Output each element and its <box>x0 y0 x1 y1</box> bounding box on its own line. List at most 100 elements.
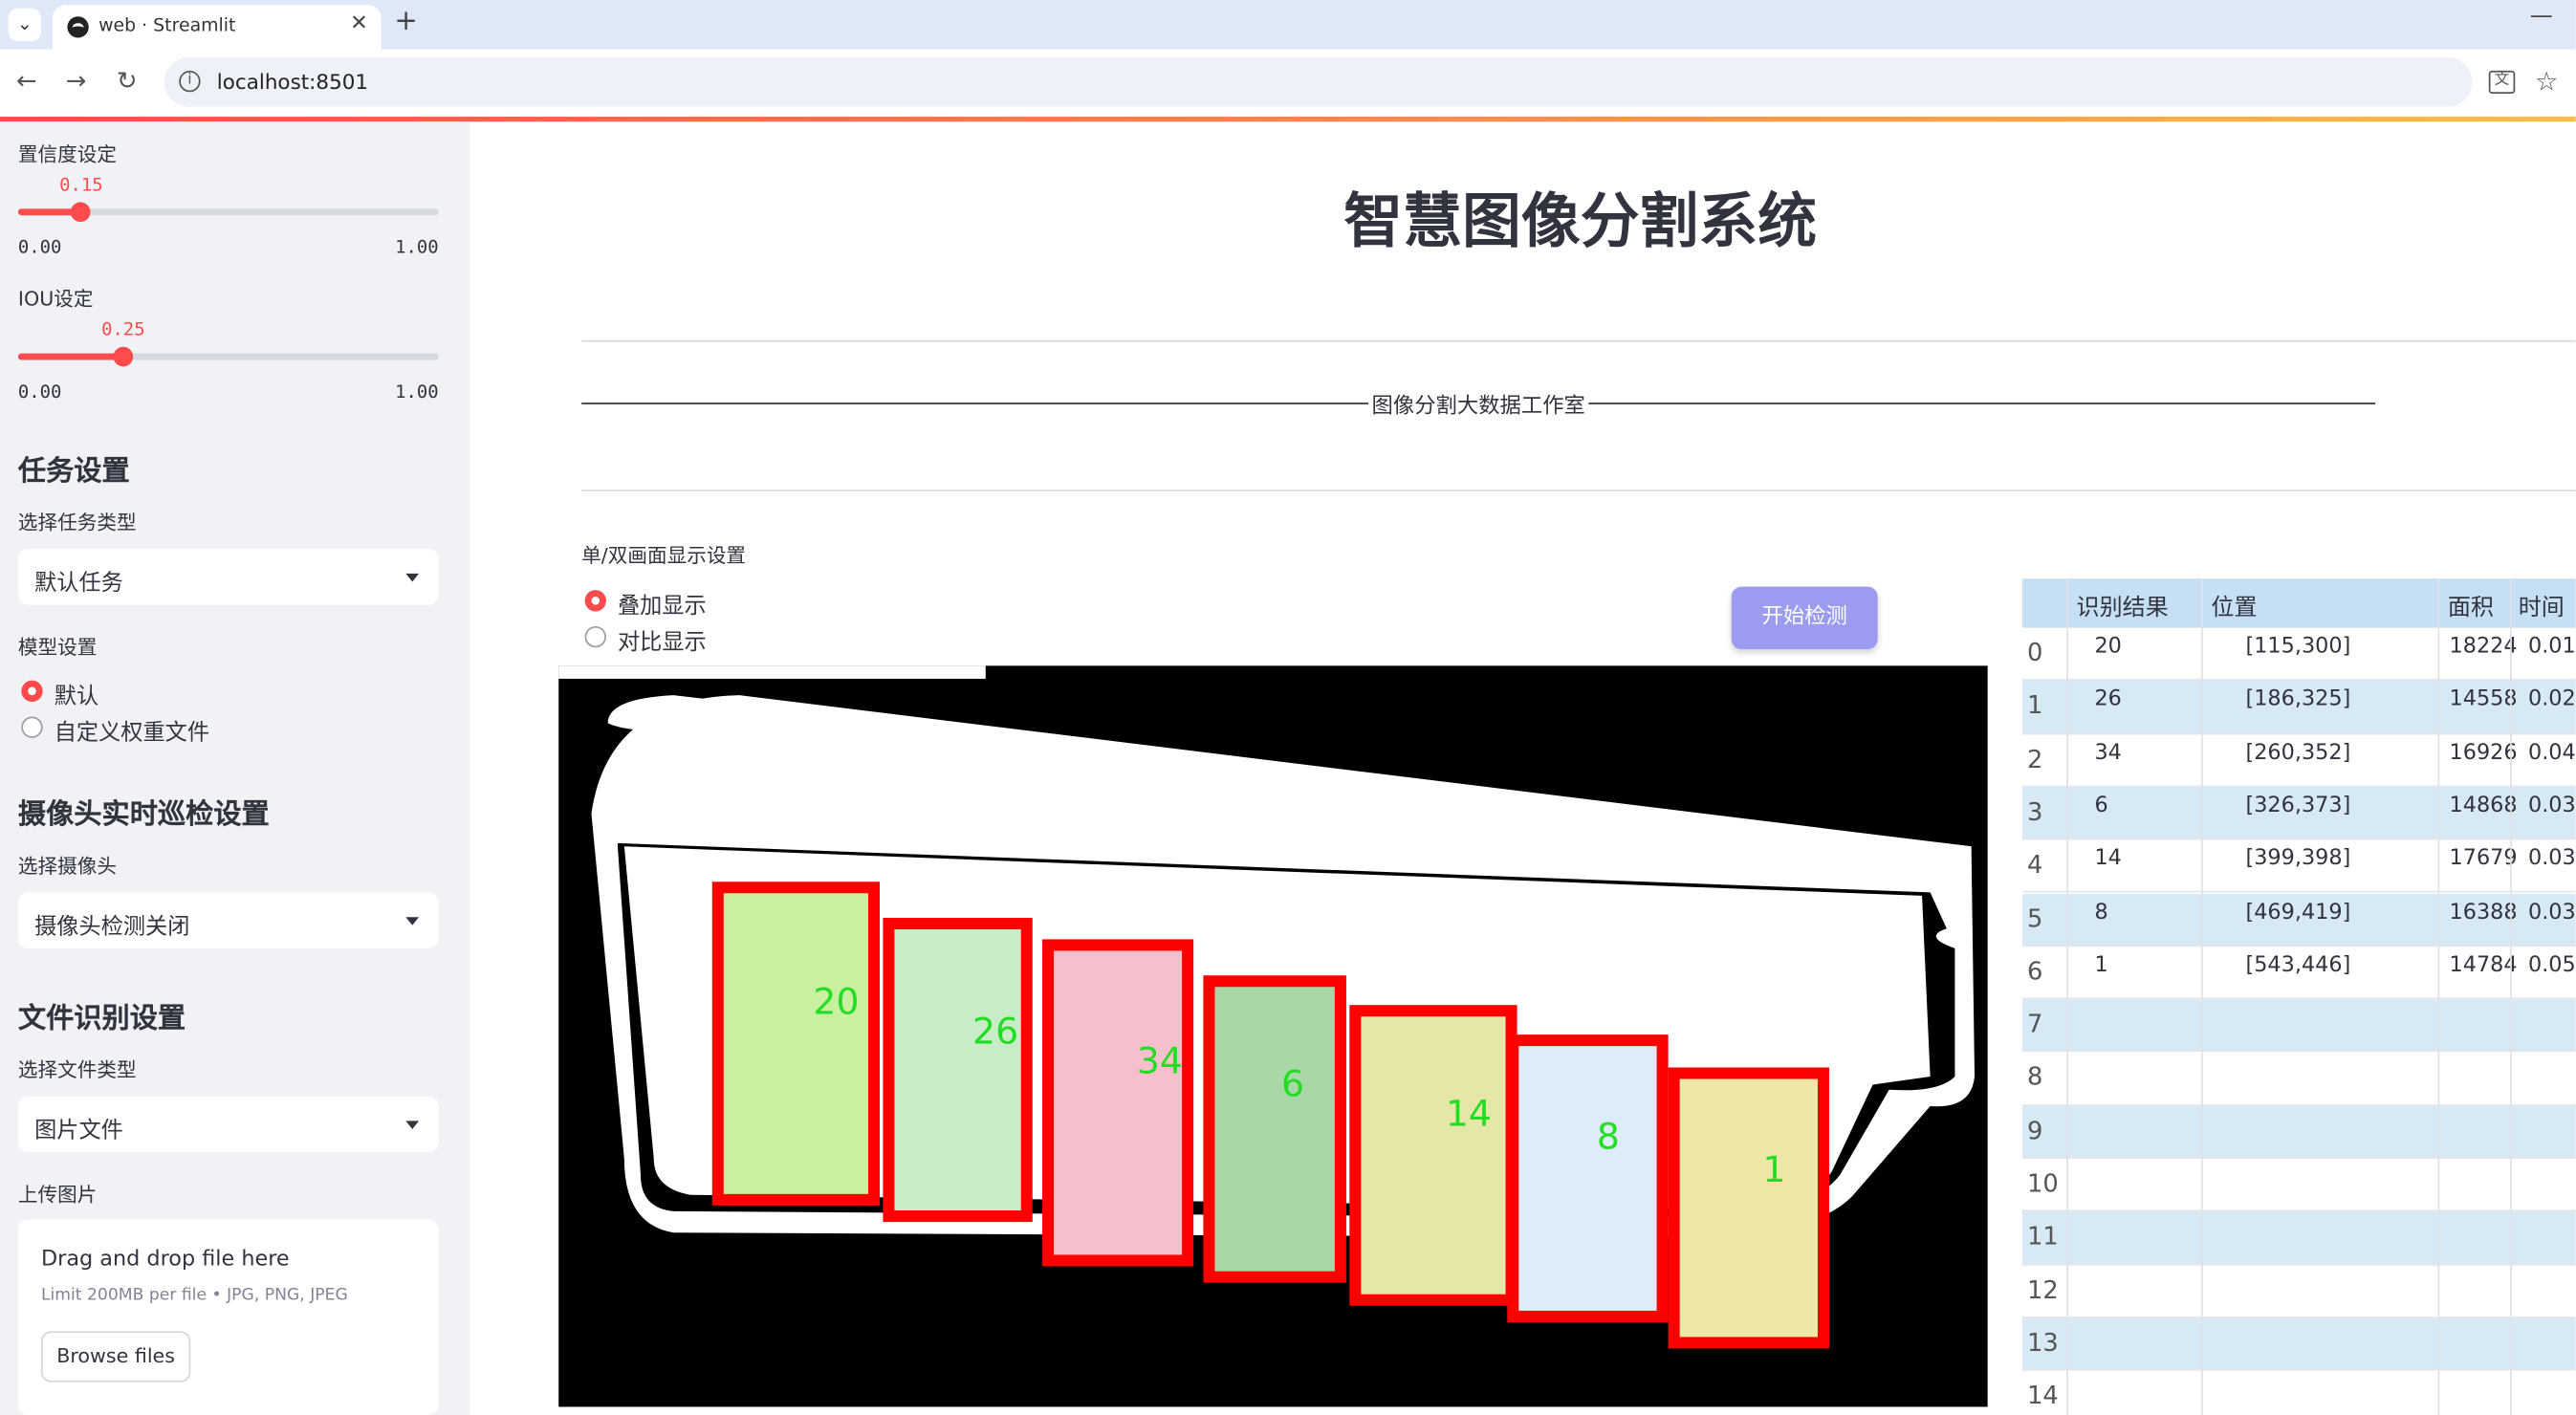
site-info-icon[interactable]: i <box>179 70 201 93</box>
caption-dash-line <box>1588 403 2376 404</box>
iou-slider[interactable]: 0.25 0.00 1.00 <box>17 295 439 403</box>
radio-unselected-icon[interactable] <box>584 625 606 648</box>
cell-area: 16388 <box>2449 900 2518 925</box>
cell-area: 16926 <box>2449 740 2518 766</box>
table-row[interactable]: 12 <box>2021 1265 2576 1318</box>
sidebar: 置信度设定 0.15 0.00 1.00 IOU设定 0.25 0.00 1.0… <box>0 121 470 1415</box>
row-index: 8 <box>2027 1062 2043 1093</box>
iou-track[interactable] <box>17 346 439 367</box>
table-header: 识别结果 位置 面积 时间 <box>2021 578 2576 628</box>
cell-area: 14784 <box>2449 952 2518 978</box>
detection-box <box>883 918 1033 1223</box>
col-result: 识别结果 <box>2076 595 2169 621</box>
reload-icon[interactable]: ↻ <box>117 66 138 96</box>
minimize-icon[interactable]: — <box>2530 3 2553 30</box>
confidence-max: 1.00 <box>395 236 439 258</box>
row-index: 2 <box>2027 744 2043 773</box>
iou-value: 0.25 <box>101 318 145 340</box>
table-row[interactable]: 4 14 [399,398] 17679 0.03 <box>2021 840 2576 894</box>
forward-arrow-icon[interactable]: → <box>66 66 87 96</box>
confidence-track[interactable] <box>17 202 439 223</box>
row-index: 3 <box>2027 796 2043 827</box>
table-row[interactable]: 6 1 [543,446] 14784 0.05 <box>2021 947 2576 1000</box>
streamlit-favicon-icon <box>67 16 89 38</box>
table-row[interactable]: 0 20 [115,300] 18224 0.01 <box>2021 628 2576 682</box>
camera-select[interactable]: 摄像头检测关闭 <box>17 892 439 948</box>
cell-time: 0.02 <box>2528 687 2576 712</box>
confidence-thumb[interactable] <box>71 202 92 223</box>
detection-label: 6 <box>1281 1063 1304 1105</box>
browser-toolbar: ← → ↻ i localhost:8501 <box>0 49 2576 118</box>
table-row[interactable]: 9 <box>2021 1105 2576 1159</box>
camera-label: 选择摄像头 <box>17 854 118 878</box>
iou-min: 0.00 <box>17 381 62 403</box>
cell-area: 17679 <box>2449 846 2518 872</box>
address-bar[interactable]: i localhost:8501 <box>164 57 2473 107</box>
table-row[interactable]: 7 <box>2021 999 2576 1053</box>
table-row[interactable]: 13 <box>2021 1317 2576 1371</box>
divider <box>581 490 2576 491</box>
iou-thumb[interactable] <box>113 346 134 367</box>
close-icon[interactable]: ✕ <box>350 11 368 36</box>
dropzone-title: Drag and drop file here <box>40 1247 290 1273</box>
radio-unselected-icon[interactable] <box>21 716 43 738</box>
table-row[interactable]: 2 34 [260,352] 16926 0.04 <box>2021 734 2576 788</box>
cell-area: 18224 <box>2449 634 2518 660</box>
detection-label: 8 <box>1597 1116 1620 1158</box>
bookmark-star-icon[interactable]: ☆ <box>2535 66 2559 98</box>
dropzone-limit: Limit 200MB per file • JPG, PNG, JPEG <box>40 1286 348 1305</box>
detection-box <box>1349 1005 1517 1306</box>
iou-fill <box>17 353 123 360</box>
row-index: 13 <box>2027 1327 2059 1358</box>
detection-box <box>1507 1034 1669 1322</box>
caption-text: 图像分割大数据工作室 <box>1371 394 1585 420</box>
camera-settings-heading: 摄像头实时巡检设置 <box>17 798 270 832</box>
confidence-slider[interactable]: 0.15 0.00 1.00 <box>17 151 439 258</box>
detection-box <box>1203 975 1346 1283</box>
task-settings-heading: 任务设置 <box>17 455 130 489</box>
page: ⌄ web · Streamlit ✕ + — ← → ↻ i localhos… <box>0 0 2576 1415</box>
translate-icon[interactable]: 文 <box>2488 70 2516 94</box>
col-area: 面积 <box>2447 595 2494 621</box>
cell-position: [469,419] <box>2245 900 2351 925</box>
start-detection-button[interactable]: 开始检测 <box>1731 586 1878 650</box>
new-tab-plus-icon[interactable]: + <box>394 5 417 37</box>
row-index: 4 <box>2027 850 2043 880</box>
tab-search-chevron-icon[interactable]: ⌄ <box>8 8 41 41</box>
browser-tab[interactable]: web · Streamlit ✕ <box>52 5 382 50</box>
url-text: localhost:8501 <box>216 69 369 94</box>
radio-selected-icon[interactable] <box>21 680 43 703</box>
cell-area: 14558 <box>2449 687 2518 712</box>
cell-position: [326,373] <box>2245 794 2351 818</box>
table-row[interactable]: 14 <box>2022 1371 2576 1415</box>
divider <box>581 339 2576 342</box>
detection-label: 1 <box>1762 1148 1785 1190</box>
table-row[interactable]: 1 26 [186,325] 14558 0.02 <box>2021 681 2576 734</box>
file-type-select[interactable]: 图片文件 <box>17 1096 439 1153</box>
iou-max: 1.00 <box>395 381 439 403</box>
camera-value: 摄像头检测关闭 <box>34 913 190 941</box>
file-type-label: 选择文件类型 <box>17 1058 137 1082</box>
file-dropzone[interactable]: Drag and drop file here Limit 200MB per … <box>17 1219 439 1415</box>
back-arrow-icon[interactable]: ← <box>16 66 37 96</box>
table-row[interactable]: 8 <box>2021 1053 2576 1106</box>
col-divider <box>2510 578 2512 1415</box>
table-row[interactable]: 10 <box>2021 1159 2576 1212</box>
cell-area: 14868 <box>2449 794 2518 818</box>
row-index: 14 <box>2027 1381 2059 1411</box>
col-divider <box>2437 578 2440 1415</box>
table-row[interactable]: 11 <box>2021 1211 2576 1265</box>
cell-time: 0.03 <box>2528 794 2576 818</box>
col-time: 时间 <box>2518 595 2565 621</box>
table-row[interactable]: 5 8 [469,419] 16388 0.03 <box>2021 893 2576 947</box>
chevron-down-icon <box>405 573 420 582</box>
cell-position: [543,446] <box>2245 952 2351 978</box>
radio-selected-icon[interactable] <box>584 590 606 612</box>
model-option-label: 默认 <box>54 684 99 710</box>
col-position: 位置 <box>2211 595 2258 621</box>
detection-label: 34 <box>1137 1039 1183 1081</box>
table-row[interactable]: 3 6 [326,373] 14868 0.03 <box>2021 787 2576 840</box>
task-type-select[interactable]: 默认任务 <box>17 549 439 605</box>
cell-result: 26 <box>2094 687 2122 712</box>
browse-files-button[interactable]: Browse files <box>40 1331 191 1382</box>
